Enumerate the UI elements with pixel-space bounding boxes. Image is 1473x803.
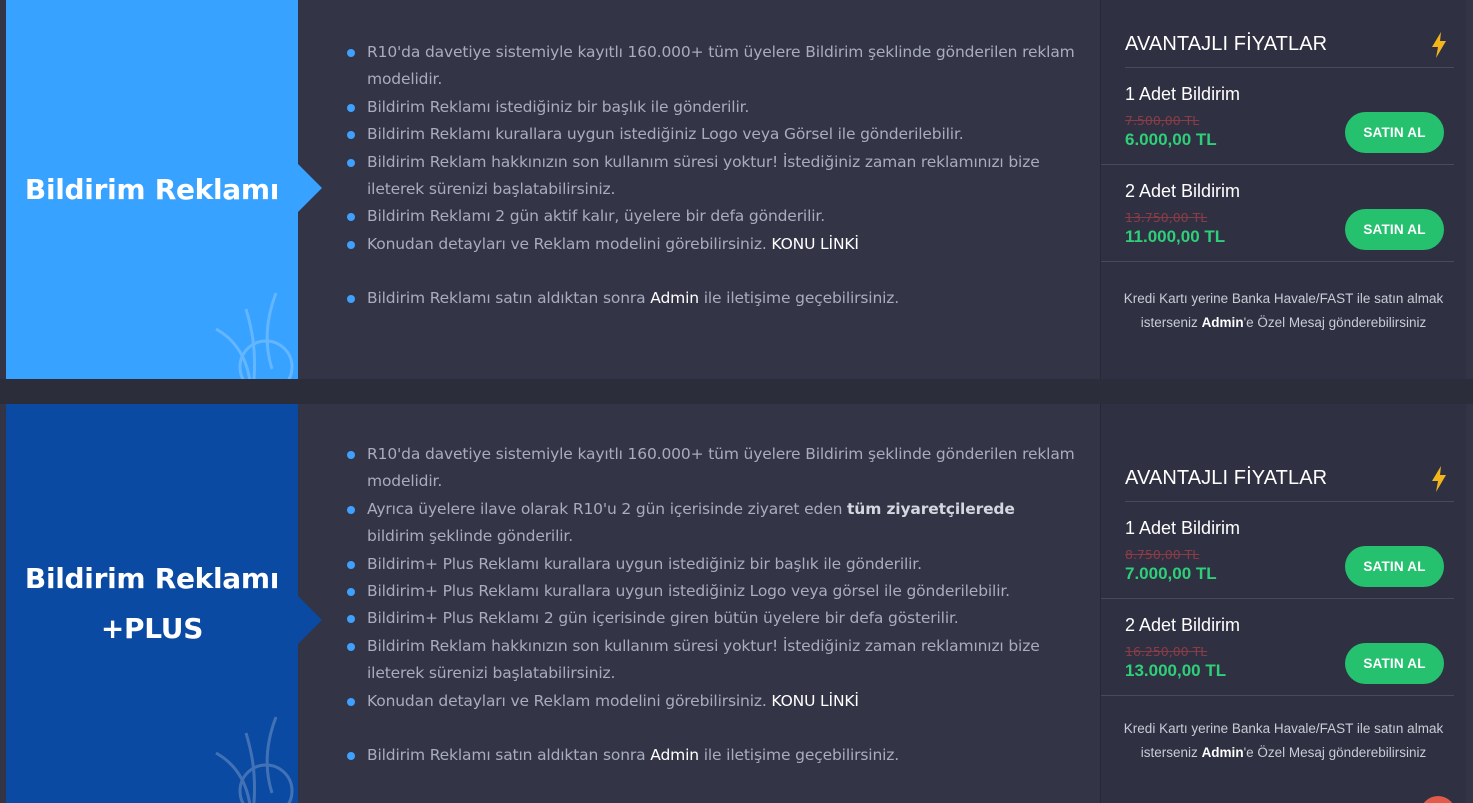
bank-transfer-note: Kredi Kartı yerine Banka Havale/FAST ile…: [1113, 287, 1454, 334]
note-text: 'e Özel Mesaj gönderebilirsiniz: [1243, 744, 1427, 760]
feature-text: Konudan detayları ve Reklam modelini gör…: [367, 234, 767, 253]
pricing-title: AVANTAJLI FİYATLAR: [1125, 33, 1328, 55]
bank-transfer-note: Kredi Kartı yerine Banka Havale/FAST ile…: [1113, 717, 1454, 764]
r10-logo-watermark-icon: [215, 716, 294, 803]
feature-list: R10'da davetiye sistemiyle kayıtlı 160.0…: [346, 441, 1076, 769]
r10-logo-watermark-icon: [215, 292, 294, 379]
pricing-panel: AVANTAJLI FİYATLAR 1 Adet Bildirim 8.750…: [1100, 404, 1466, 803]
feature-item: Bildirim Reklamı kurallara uygun istediğ…: [346, 121, 1076, 148]
feature-highlight: tüm ziyaretçilerede: [847, 499, 1015, 518]
pricing-header: AVANTAJLI FİYATLAR: [1125, 22, 1454, 68]
feature-item: Bildirim+ Plus Reklamı kurallara uygun i…: [346, 551, 1076, 578]
old-price: 16.250,00 TL: [1125, 644, 1208, 659]
feature-item: Bildirim Reklamı satın aldıktan sonra Ad…: [346, 285, 1076, 312]
new-price: 11.000,00 TL: [1125, 227, 1226, 246]
feature-item: R10'da davetiye sistemiyle kayıtlı 160.0…: [346, 441, 1076, 496]
feature-text: ile iletişime geçebilirsiniz.: [703, 746, 900, 765]
note-text: 'e Özel Mesaj gönderebilirsiniz: [1243, 314, 1427, 330]
price-tier: 2 Adet Bildirim 13.750,00 TL 11.000,00 T…: [1101, 165, 1454, 262]
new-price: 13.000,00 TL: [1125, 661, 1227, 680]
feature-item: Konudan detayları ve Reklam modelini gör…: [346, 688, 1076, 715]
topic-link[interactable]: KONU LİNKİ: [771, 692, 859, 710]
admin-link[interactable]: Admin: [1202, 745, 1244, 760]
feature-item: Bildirim+ Plus Reklamı kurallara uygun i…: [346, 578, 1076, 605]
feature-item: Bildirim Reklamı 2 gün aktif kalır, üyel…: [346, 203, 1076, 230]
product-card-bildirim: Bildirim Reklamı R10'da davetiye sistemi…: [0, 0, 1473, 379]
feature-item: Bildirim Reklamı satın aldıktan sonra Ad…: [346, 742, 1076, 769]
buy-button[interactable]: SATIN AL: [1345, 112, 1444, 153]
new-price: 6.000,00 TL: [1125, 130, 1217, 149]
feature-item: Bildirim Reklamı istediğiniz bir başlık …: [346, 94, 1076, 121]
price-tier: 2 Adet Bildirim 16.250,00 TL 13.000,00 T…: [1101, 599, 1454, 696]
price-tier: 1 Adet Bildirim 8.750,00 TL 7.000,00 TL …: [1101, 502, 1454, 599]
feature-item: Bildirim Reklam hakkınızın son kullanım …: [346, 633, 1076, 688]
pricing-panel: AVANTAJLI FİYATLAR 1 Adet Bildirim 7.500…: [1100, 0, 1466, 379]
admin-link[interactable]: Admin: [1202, 315, 1244, 330]
feature-text: Bildirim Reklamı satın aldıktan sonra: [367, 746, 646, 765]
tier-name: 2 Adet Bildirim: [1125, 181, 1241, 201]
lightning-bolt-icon: [1432, 465, 1446, 492]
feature-text: ile iletişime geçebilirsiniz.: [703, 289, 900, 308]
new-price: 7.000,00 TL: [1125, 564, 1217, 583]
feature-list: R10'da davetiye sistemiyle kayıtlı 160.0…: [346, 39, 1076, 313]
feature-text: Konudan detayları ve Reklam modelini gör…: [367, 691, 767, 710]
price-tier: 1 Adet Bildirim 7.500,00 TL 6.000,00 TL …: [1101, 68, 1454, 165]
old-price: 8.750,00 TL: [1125, 547, 1200, 562]
feature-item: Konudan detayları ve Reklam modelini gör…: [346, 231, 1076, 258]
feature-item: R10'da davetiye sistemiyle kayıtlı 160.0…: [346, 39, 1076, 94]
admin-link[interactable]: Admin: [650, 289, 699, 307]
banner-pointer: [298, 596, 322, 644]
feature-text: Bildirim Reklamı satın aldıktan sonra: [367, 289, 646, 308]
old-price: 7.500,00 TL: [1125, 113, 1200, 128]
product-banner: Bildirim Reklamı: [6, 0, 298, 379]
banner-pointer: [298, 164, 322, 212]
pricing-title: AVANTAJLI FİYATLAR: [1125, 467, 1328, 489]
feature-item: Bildirim+ Plus Reklamı 2 gün içerisinde …: [346, 605, 1076, 632]
buy-button[interactable]: SATIN AL: [1345, 209, 1444, 250]
product-card-bildirim-plus: Bildirim Reklamı +PLUS R10'da davetiye s…: [0, 404, 1473, 803]
product-title: Bildirim Reklamı +PLUS: [24, 561, 280, 645]
feature-text: bildirim şeklinde gönderilir.: [367, 527, 573, 546]
tier-name: 1 Adet Bildirim: [1125, 84, 1241, 104]
lightning-bolt-icon: [1432, 31, 1446, 58]
topic-link[interactable]: KONU LİNKİ: [771, 235, 859, 253]
feature-item: Ayrıca üyelere ilave olarak R10'u 2 gün …: [346, 496, 1076, 551]
old-price: 13.750,00 TL: [1125, 210, 1208, 225]
tier-name: 1 Adet Bildirim: [1125, 518, 1241, 538]
admin-link[interactable]: Admin: [650, 746, 699, 764]
tier-name: 2 Adet Bildirim: [1125, 615, 1241, 635]
product-banner: Bildirim Reklamı +PLUS: [6, 404, 298, 803]
buy-button[interactable]: SATIN AL: [1345, 546, 1444, 587]
buy-button[interactable]: SATIN AL: [1345, 643, 1444, 684]
product-title: Bildirim Reklamı: [24, 172, 280, 206]
pricing-header: AVANTAJLI FİYATLAR: [1125, 456, 1454, 502]
feature-item: Bildirim Reklam hakkınızın son kullanım …: [346, 149, 1076, 204]
feature-text: Ayrıca üyelere ilave olarak R10'u 2 gün …: [367, 499, 843, 518]
